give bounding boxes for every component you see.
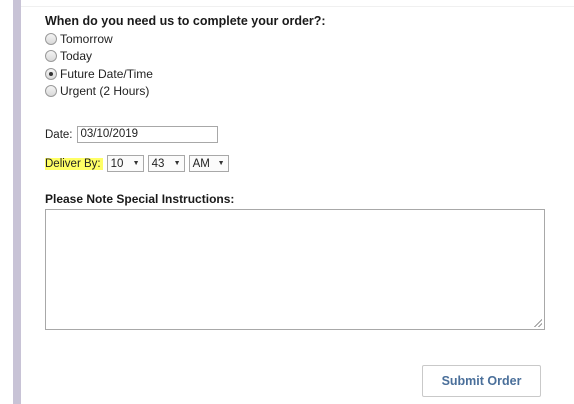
instructions-label: Please Note Special Instructions: [45,192,235,206]
triangle-down-icon: ▼ [217,160,225,167]
order-form-panel: When do you need us to complete your ord… [21,0,574,404]
option-tomorrow[interactable]: Tomorrow [45,30,153,48]
minute-select[interactable]: 43 ▼ [147,155,185,172]
date-row: Date: 03/10/2019 [45,126,218,143]
triangle-down-icon: ▼ [173,160,181,167]
option-urgent[interactable]: Urgent (2 Hours) [45,83,153,101]
submit-order-button[interactable]: Submit Order [422,365,541,397]
option-label: Future Date/Time [60,66,153,81]
completion-options: Tomorrow Today Future Date/Time Urgent (… [45,30,153,100]
date-input[interactable]: 03/10/2019 [76,126,218,143]
completion-question: When do you need us to complete your ord… [45,14,326,28]
option-label: Today [60,49,93,64]
hour-select[interactable]: 10 ▼ [106,155,144,172]
resize-grip-icon[interactable] [534,319,542,327]
option-label: Tomorrow [60,31,113,46]
radio-icon[interactable] [45,50,57,63]
top-divider [21,0,574,7]
radio-checked-icon[interactable] [45,67,57,80]
page-left-margin [0,0,13,404]
radio-icon[interactable] [45,32,57,45]
minute-value: 43 [151,157,165,170]
hour-value: 10 [110,157,124,170]
instructions-textarea[interactable] [45,209,545,330]
radio-icon[interactable] [45,85,57,98]
deliver-by-label: Deliver By: [45,157,103,170]
sidebar-stripe [13,0,21,404]
ampm-select[interactable]: AM ▼ [188,155,229,172]
ampm-value: AM [192,157,210,170]
triangle-down-icon: ▼ [132,160,140,167]
date-label: Date: [45,128,73,141]
deliver-by-row: Deliver By: 10 ▼ 43 ▼ AM ▼ [45,155,233,172]
option-future-date-time[interactable]: Future Date/Time [45,65,153,83]
option-label: Urgent (2 Hours) [60,84,150,99]
option-today[interactable]: Today [45,48,153,66]
